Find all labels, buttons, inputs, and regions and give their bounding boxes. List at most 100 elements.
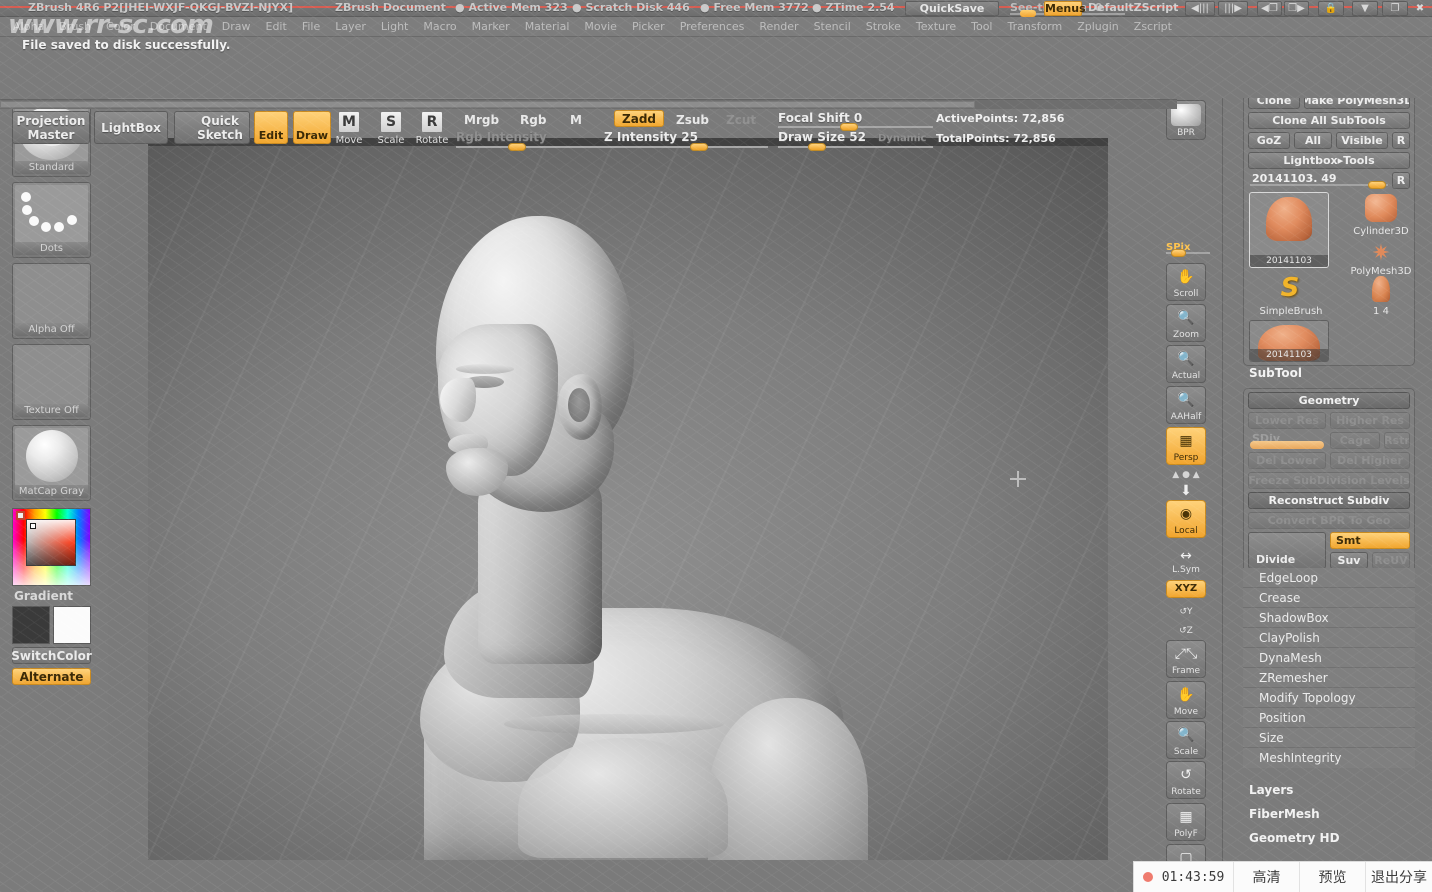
tool-thumb-simplebrush[interactable]: S xyxy=(1268,274,1312,306)
menu-item-movie[interactable]: Movie xyxy=(577,19,624,34)
minimize-icon[interactable]: ▼ xyxy=(1352,1,1378,16)
toolbar-scrollbar-thumb[interactable] xyxy=(0,101,975,108)
draw-size-knob[interactable] xyxy=(808,143,826,151)
rotate-y-button[interactable]: ↺Y xyxy=(1166,601,1206,619)
menu-item-transform[interactable]: Transform xyxy=(1001,19,1070,34)
mrgb-button[interactable]: Mrgb xyxy=(456,111,507,128)
menu-item-brush[interactable]: Brush xyxy=(52,19,98,34)
tool-thumb-bust-selected[interactable]: 20141103 xyxy=(1249,192,1329,268)
exit-share-button[interactable]: 退出分享 xyxy=(1366,862,1432,892)
secondary-color-swatch[interactable] xyxy=(53,606,91,644)
goz-all-button[interactable]: All xyxy=(1294,132,1332,149)
smt-button[interactable]: Smt xyxy=(1330,532,1410,549)
menu-item-picker[interactable]: Picker xyxy=(625,19,672,34)
menu-item-render[interactable]: Render xyxy=(752,19,805,34)
alpha-palette-slot[interactable]: Alpha Off xyxy=(12,263,91,339)
geometry-header[interactable]: Geometry xyxy=(1248,392,1410,409)
subpalette-size[interactable]: Size xyxy=(1243,728,1415,748)
tool-item-r-button[interactable]: R xyxy=(1392,172,1410,189)
prev-frames-icon[interactable]: ◀||| xyxy=(1185,1,1215,16)
clone-all-subtools-button[interactable]: Clone All SubTools xyxy=(1248,112,1410,129)
draw-button[interactable]: Draw xyxy=(293,111,331,144)
tool-item-slider-knob[interactable] xyxy=(1368,181,1386,189)
primary-color-swatch[interactable] xyxy=(12,606,50,644)
menu-item-draw[interactable]: Draw xyxy=(215,19,258,34)
menu-item-preferences[interactable]: Preferences xyxy=(673,19,752,34)
zoom-button[interactable]: 🔍 Zoom xyxy=(1166,304,1206,342)
rotate-tool-icon[interactable]: R xyxy=(421,111,443,133)
frame-button[interactable]: ⤢⤡ Frame xyxy=(1166,640,1206,678)
quicksave-button[interactable]: QuickSave xyxy=(905,1,999,16)
menu-item-tool[interactable]: Tool xyxy=(964,19,999,34)
edit-button[interactable]: Edit xyxy=(254,111,288,144)
menu-item-file[interactable]: File xyxy=(295,19,327,34)
projection-master-button[interactable]: Projection Master xyxy=(12,111,90,144)
gradient-label[interactable]: Gradient xyxy=(14,589,73,603)
see-through-knob[interactable] xyxy=(1020,10,1036,17)
goz-button[interactable]: GoZ xyxy=(1248,132,1290,149)
rgb-button[interactable]: Rgb xyxy=(512,111,554,128)
material-palette-slot[interactable]: MatCap Gray xyxy=(12,425,91,501)
subpalette-zremesher[interactable]: ZRemesher xyxy=(1243,668,1415,688)
local-button[interactable]: ◉ Local xyxy=(1166,500,1206,538)
goz-visible-button[interactable]: Visible xyxy=(1336,132,1388,149)
menu-item-light[interactable]: Light xyxy=(374,19,415,34)
texture-palette-slot[interactable]: Texture Off xyxy=(12,344,91,420)
section-fibermesh[interactable]: FiberMesh xyxy=(1223,805,1432,822)
reuv-button[interactable]: ReUV xyxy=(1372,552,1410,569)
divide-button[interactable]: Divide xyxy=(1248,532,1326,569)
menus-button[interactable]: Menus xyxy=(1044,1,1086,16)
move-tool-icon[interactable]: M xyxy=(338,111,360,133)
lightbox-tools-button[interactable]: Lightbox▸Tools xyxy=(1248,152,1410,169)
tool-thumb-bust-wide[interactable]: 20141103 xyxy=(1249,320,1329,362)
subpalette-claypolish[interactable]: ClayPolish xyxy=(1243,628,1415,648)
rotate-nav-button[interactable]: ↺ Rotate xyxy=(1166,761,1206,799)
z-intensity-knob[interactable] xyxy=(690,143,708,151)
m-button[interactable]: M xyxy=(562,111,590,128)
color-picker-sv-marker[interactable] xyxy=(30,523,36,529)
rgb-intensity-knob[interactable] xyxy=(508,143,526,151)
subpalette-position[interactable]: Position xyxy=(1243,708,1415,728)
scroll-button[interactable]: ✋ Scroll xyxy=(1166,263,1206,301)
scale-tool-icon[interactable]: S xyxy=(380,111,402,133)
rstr-button[interactable]: Rstr xyxy=(1384,432,1410,449)
tool-thumb-polymesh3d[interactable]: ✷ xyxy=(1357,240,1405,268)
z-intensity-track[interactable] xyxy=(568,146,768,148)
lower-res-button[interactable]: Lower Res xyxy=(1248,412,1326,429)
subpalette-modify-topology[interactable]: Modify Topology xyxy=(1243,688,1415,708)
menu-item-marker[interactable]: Marker xyxy=(465,19,517,34)
spix-slider[interactable]: SPix xyxy=(1166,240,1210,257)
menu-item-zplugin[interactable]: Zplugin xyxy=(1070,19,1126,34)
preview-button[interactable]: 预览 xyxy=(1300,861,1366,892)
menu-item-document[interactable]: Document xyxy=(143,19,214,34)
subpalette-shadowbox[interactable]: ShadowBox xyxy=(1243,608,1415,628)
menu-item-material[interactable]: Material xyxy=(518,19,577,34)
goz-r-button[interactable]: R xyxy=(1392,132,1410,149)
prev-doc-icon[interactable]: ◀❐ xyxy=(1257,1,1282,16)
close-icon[interactable]: ✖ xyxy=(1409,1,1431,16)
aahalf-button[interactable]: 🔍 AAHalf xyxy=(1166,386,1206,424)
sculpt-model-bust[interactable] xyxy=(148,138,1108,860)
sdiv-slider[interactable]: SDiv xyxy=(1248,432,1326,449)
toolbar-scrollbar[interactable] xyxy=(0,99,1177,109)
scale-nav-button[interactable]: 🔍 Scale xyxy=(1166,721,1206,759)
menu-item-layer[interactable]: Layer xyxy=(328,19,373,34)
lightbox-button[interactable]: LightBox xyxy=(94,111,168,144)
next-doc-icon[interactable]: ❐▶ xyxy=(1284,1,1309,16)
menu-item-edit[interactable]: Edit xyxy=(259,19,294,34)
menu-item-stencil[interactable]: Stencil xyxy=(807,19,858,34)
zcut-button[interactable]: Zcut xyxy=(718,111,764,128)
higher-res-button[interactable]: Higher Res xyxy=(1330,412,1410,429)
subpalette-meshintegrity[interactable]: MeshIntegrity xyxy=(1243,748,1415,768)
polyframe-button[interactable]: ▦ PolyF xyxy=(1166,803,1206,841)
suv-button[interactable]: Suv xyxy=(1330,552,1368,569)
subpalette-dynamesh[interactable]: DynaMesh xyxy=(1243,648,1415,668)
dynamic-label[interactable]: Dynamic xyxy=(878,133,926,144)
convert-bpr-button[interactable]: Convert BPR To Geo xyxy=(1248,512,1410,529)
subpalette-crease[interactable]: Crease xyxy=(1243,588,1415,608)
hd-button[interactable]: 高清 xyxy=(1234,861,1300,892)
menu-item-macro[interactable]: Macro xyxy=(416,19,463,34)
menu-item-stroke[interactable]: Stroke xyxy=(859,19,908,34)
alternate-button[interactable]: Alternate xyxy=(12,668,91,685)
zadd-button[interactable]: Zadd xyxy=(614,110,664,127)
